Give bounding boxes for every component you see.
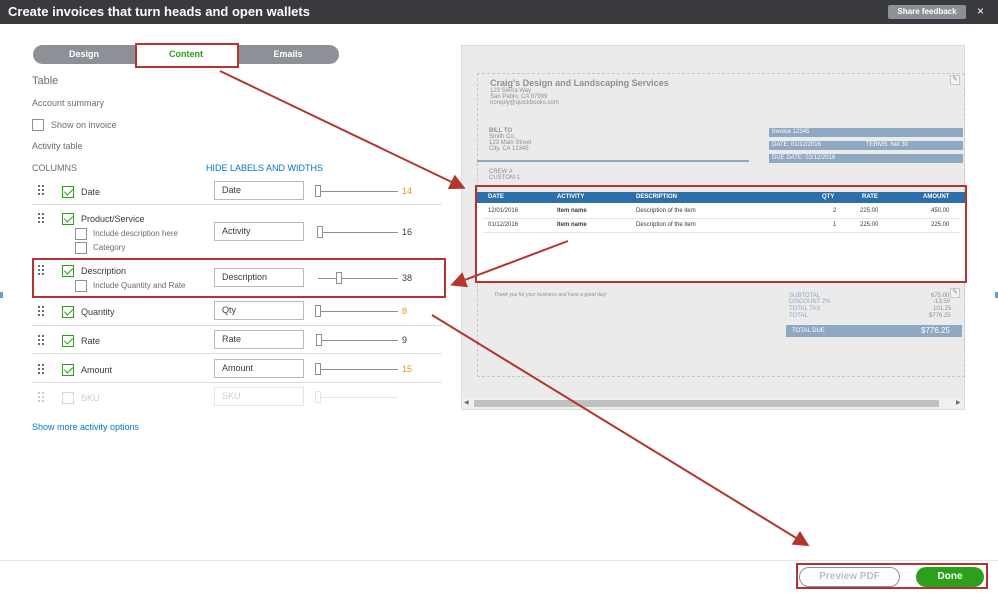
annotation-box-footer — [796, 563, 988, 589]
arrow-to-footer — [431, 314, 810, 547]
footer-divider — [0, 560, 998, 561]
arrow-content-to-table — [219, 70, 466, 190]
arrow-table-to-description — [450, 240, 569, 288]
annotation-arrows — [219, 70, 810, 547]
